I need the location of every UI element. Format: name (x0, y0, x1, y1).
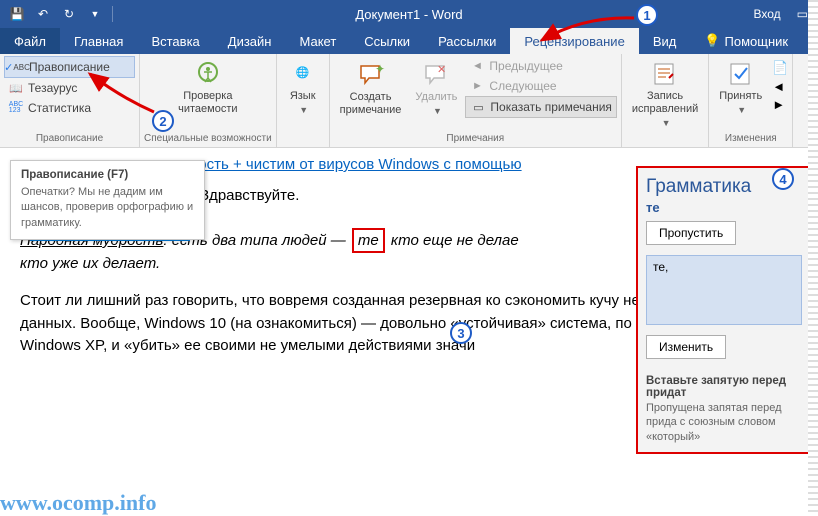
group-tracking: Запись исправлений ▼ (622, 54, 709, 147)
dropdown-icon: ▼ (433, 106, 442, 117)
dropdown-icon: ▼ (299, 105, 308, 116)
ribbon-options-icon[interactable]: ▭ (797, 7, 808, 21)
btn-prev-comment: ◄ Предыдущее (465, 56, 617, 76)
btn-track-changes[interactable]: Запись исправлений ▼ (626, 56, 704, 129)
tab-help[interactable]: 💡 Помощник (690, 28, 802, 54)
qat-customize-icon[interactable]: ▼ (84, 3, 106, 25)
reject-icon[interactable]: 📄 (772, 60, 788, 76)
next-change-icon[interactable]: ► (772, 97, 788, 112)
show-comments-icon: ▭ (470, 99, 486, 115)
document-title: Документ1 - Word (355, 7, 462, 22)
pane-help-body: Пропущена запятая перед прида с союзным … (646, 401, 802, 444)
delete-comment-icon: ✕ (420, 61, 452, 89)
separator (112, 6, 113, 22)
suggestion-item[interactable]: те, (646, 255, 802, 325)
tooltip-spelling: Правописание (F7) Опечатки? Мы не дадим … (10, 160, 205, 240)
accessibility-icon (192, 60, 224, 88)
callout-badge-1: 1 (636, 4, 658, 26)
grammar-error-word[interactable]: те (352, 228, 385, 253)
btn-new-comment[interactable]: ✦ Создать примечание (334, 56, 408, 118)
statistics-icon: ABC123 (8, 100, 24, 116)
redo-icon[interactable]: ↻ (58, 3, 80, 25)
pane-help-title: Вставьте запятую перед придат (646, 375, 802, 399)
tab-design[interactable]: Дизайн (214, 28, 286, 54)
group-label-comments: Примечания (334, 131, 617, 147)
pane-error-word: те (646, 200, 802, 215)
dropdown-icon: ▼ (662, 118, 671, 129)
btn-check-accessibility[interactable]: Проверка читаемости (144, 56, 272, 116)
skip-button[interactable]: Пропустить (646, 221, 736, 245)
login-link[interactable]: Вход (754, 7, 781, 21)
tab-view[interactable]: Вид (639, 28, 691, 54)
btn-next-comment: ► Следующее (465, 76, 617, 96)
group-label-changes: Изменения (713, 131, 788, 147)
svg-text:✕: ✕ (437, 64, 446, 76)
tooltip-title: Правописание (F7) (21, 169, 194, 181)
thesaurus-icon: 📖 (8, 80, 24, 96)
btn-accept[interactable]: Принять ▼ (713, 56, 768, 116)
group-label-accessibility: Специальные возможности (144, 131, 272, 147)
callout-badge-3: 3 (450, 322, 472, 344)
undo-icon[interactable]: ↶ (32, 3, 54, 25)
annotation-arrow-1 (534, 12, 644, 46)
spelling-check-icon: ✓ABC (9, 59, 25, 75)
tab-file[interactable]: Файл (0, 28, 60, 54)
track-changes-icon (649, 60, 681, 88)
group-label-proofing: Правописание (4, 131, 135, 147)
group-language: 🌐 Язык ▼ (277, 54, 330, 147)
prev-comment-icon: ◄ (469, 58, 485, 74)
quick-access-toolbar: 💾 ↶ ↻ ▼ (0, 3, 115, 25)
btn-delete-comment: ✕ Удалить ▼ (409, 56, 463, 118)
tab-mailings[interactable]: Рассылки (424, 28, 510, 54)
tab-home[interactable]: Главная (60, 28, 137, 54)
callout-badge-2: 2 (152, 110, 174, 132)
lightbulb-icon: 💡 (704, 33, 720, 49)
tab-references[interactable]: Ссылки (350, 28, 424, 54)
accept-icon (725, 60, 757, 88)
torn-edge (808, 0, 818, 516)
grammar-pane: Грамматика те Пропустить те, Изменить Вс… (636, 166, 812, 454)
callout-badge-4: 4 (772, 168, 794, 190)
annotation-arrow-2 (82, 68, 162, 118)
language-icon: 🌐 (287, 60, 319, 88)
change-button[interactable]: Изменить (646, 335, 726, 359)
tab-insert[interactable]: Вставка (137, 28, 213, 54)
prev-change-icon[interactable]: ◄ (772, 79, 788, 94)
group-changes: Принять ▼ 📄 ◄ ► Изменения (709, 54, 793, 147)
btn-show-comments[interactable]: ▭ Показать примечания (465, 96, 617, 118)
save-icon[interactable]: 💾 (6, 3, 28, 25)
new-comment-icon: ✦ (355, 61, 387, 89)
ribbon-tabs: Файл Главная Вставка Дизайн Макет Ссылки… (0, 28, 818, 54)
next-comment-icon: ► (469, 78, 485, 94)
tooltip-body: Опечатки? Мы не дадим им шансов, провери… (21, 186, 193, 229)
svg-text:✦: ✦ (375, 63, 385, 76)
btn-language[interactable]: 🌐 Язык ▼ (281, 56, 325, 116)
dropdown-icon: ▼ (737, 105, 746, 116)
tab-layout[interactable]: Макет (285, 28, 350, 54)
title-bar: 💾 ↶ ↻ ▼ Документ1 - Word Вход ▭ (0, 0, 818, 28)
group-comments: ✦ Создать примечание ✕ Удалить ▼ ◄ Преды… (330, 54, 622, 147)
